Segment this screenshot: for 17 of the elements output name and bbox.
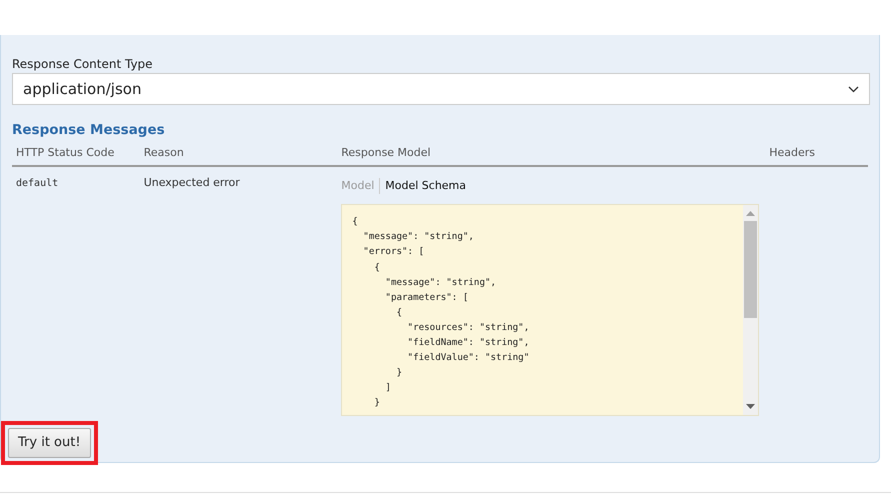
status-code: default xyxy=(16,178,58,189)
column-header: Reason xyxy=(144,146,184,160)
chevron-down-icon xyxy=(848,86,859,92)
scroll-up-icon[interactable] xyxy=(746,211,756,216)
reason-text: Unexpected error xyxy=(144,176,240,189)
schema-code: { "message": "string", "errors": [ { "message": "string", "parameters": [ { "resources": "string", "fieldName": "string", "fieldValue": "string" } ] } xyxy=(351,215,530,410)
scroll-down-icon[interactable] xyxy=(746,404,756,410)
column-header: Response Model xyxy=(341,146,431,160)
scrollbar[interactable] xyxy=(743,205,758,416)
model-tab[interactable]: Model Schema xyxy=(379,178,472,194)
column-header: Headers xyxy=(769,146,816,160)
scrollbar-thumb[interactable] xyxy=(744,221,758,318)
content-type-select[interactable]: application/json xyxy=(12,73,870,105)
try-it-out-button[interactable]: Try it out! xyxy=(8,428,91,458)
field-label: Response Content Type xyxy=(12,57,154,71)
section-title: Response Messages xyxy=(12,121,166,140)
column-header: HTTP Status Code xyxy=(16,146,114,160)
